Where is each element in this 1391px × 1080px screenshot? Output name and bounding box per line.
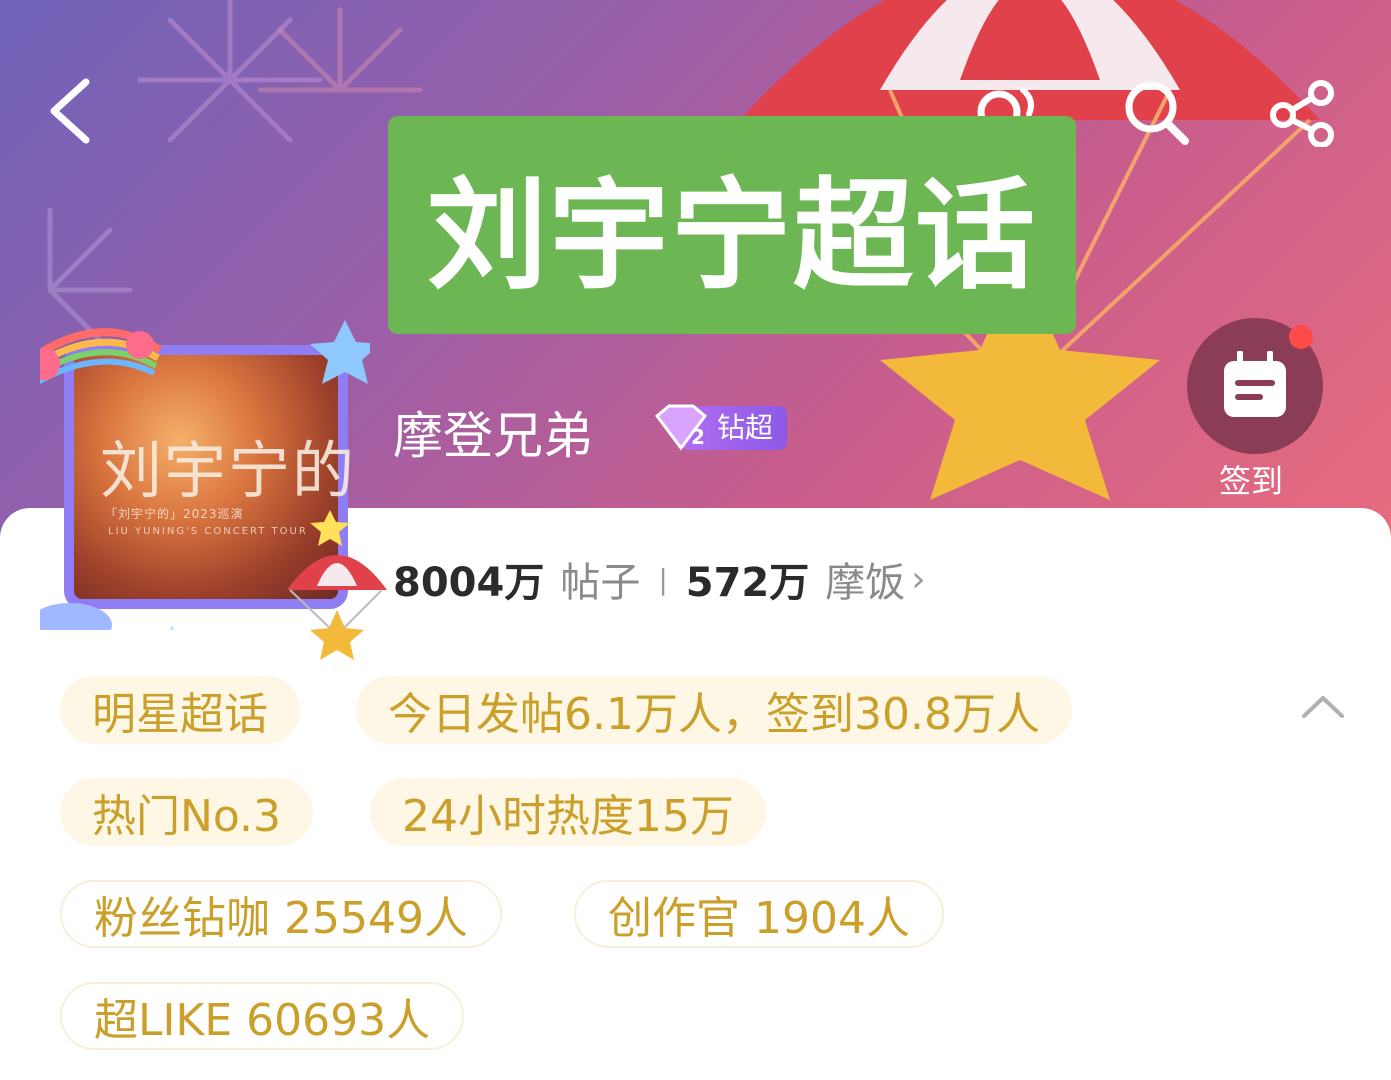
- chevron-up-icon: [1302, 696, 1344, 718]
- tag-category[interactable]: 明星超话: [60, 676, 300, 744]
- tag-24h-heat[interactable]: 24小时热度15万: [370, 778, 766, 846]
- posts-label: 帖子: [560, 560, 641, 606]
- tag-creators[interactable]: 创作官 1904人: [574, 880, 944, 948]
- share-icon: [1270, 80, 1334, 147]
- parachute-small-decoration: [287, 555, 387, 660]
- tag-hot-rank[interactable]: 热门No.3: [60, 778, 314, 846]
- topic-owner-name[interactable]: 摩登兄弟: [393, 396, 593, 468]
- topic-title: 刘宇宁超话: [388, 116, 1076, 334]
- chevron-right-icon: ›: [911, 558, 926, 600]
- search-icon: [1125, 81, 1189, 145]
- back-button[interactable]: [40, 76, 100, 146]
- collapse-button[interactable]: [1300, 690, 1346, 724]
- tag-daily-activity[interactable]: 今日发帖6.1万人，签到30.8万人: [356, 676, 1072, 744]
- notification-dot: [1289, 325, 1313, 349]
- search-button[interactable]: [1116, 72, 1196, 152]
- badge-level: 2: [691, 425, 705, 449]
- diamond-icon: 2: [654, 404, 708, 451]
- back-arrow-icon: [50, 78, 90, 144]
- calendar-icon: [1224, 351, 1286, 417]
- checkin-label: 签到: [1219, 462, 1284, 500]
- fans-count: 572万: [685, 560, 810, 606]
- topic-stats[interactable]: 8004万 帖子 | 572万 摩饭 ›: [393, 550, 926, 608]
- share-button[interactable]: [1262, 72, 1342, 152]
- stats-divider: |: [658, 562, 668, 596]
- tag-fan-diamond[interactable]: 粉丝钻咖 25549人: [60, 880, 502, 948]
- posts-count: 8004万: [393, 560, 545, 606]
- tag-super-like[interactable]: 超LIKE 60693人: [60, 982, 465, 1050]
- fans-label: 摩饭: [825, 560, 906, 606]
- diamond-badge[interactable]: 2 钻超: [651, 404, 788, 452]
